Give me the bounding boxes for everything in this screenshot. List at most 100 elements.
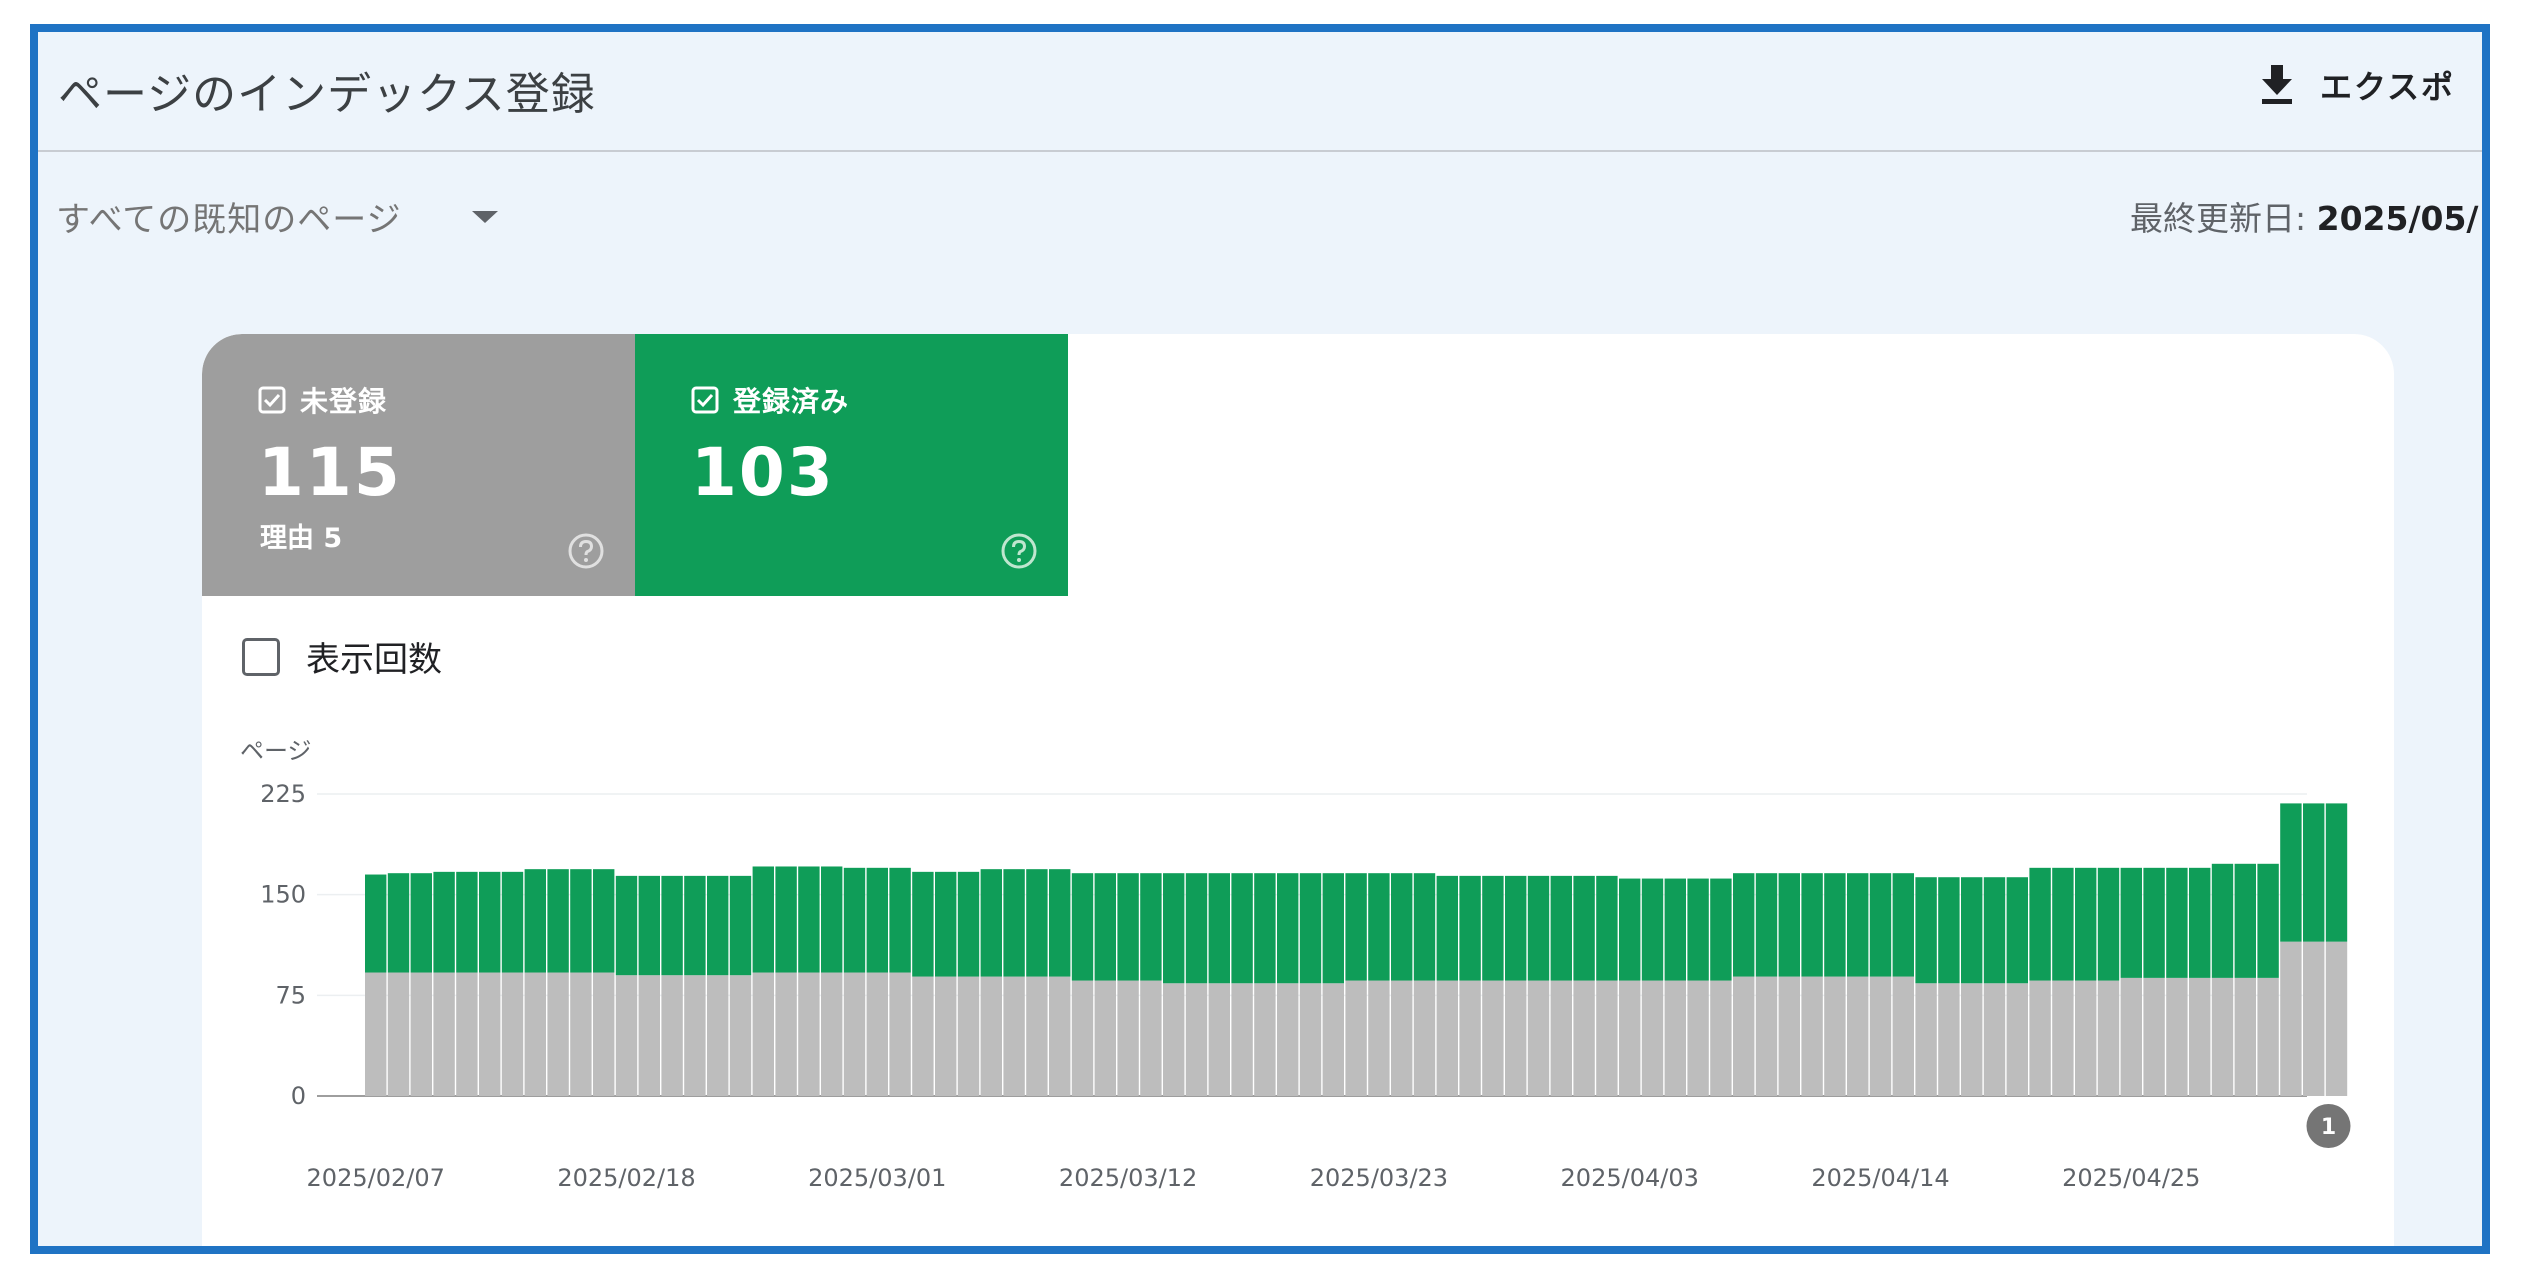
app-frame: ページのインデックス登録 エクスポ すべての既知のページ 最終更新日: 2025…: [30, 24, 2490, 1254]
bar-not-indexed: [1413, 980, 1436, 1096]
bar-not-indexed: [501, 972, 524, 1096]
bar-indexed: [1482, 875, 1504, 981]
bar-not-indexed: [1664, 980, 1686, 1096]
bar-not-indexed: [1299, 983, 1322, 1096]
bar-not-indexed: [524, 972, 546, 1096]
bar-indexed: [1664, 878, 1686, 981]
bar-not-indexed: [1482, 980, 1504, 1096]
bar-indexed: [1847, 873, 1869, 977]
help-icon[interactable]: [1000, 532, 1038, 570]
bar-not-indexed: [547, 972, 569, 1096]
bar-indexed: [707, 875, 729, 976]
bar-not-indexed: [387, 972, 410, 1096]
not-indexed-reason: 理由 5: [260, 523, 343, 554]
bar-not-indexed: [1254, 983, 1276, 1096]
bar-indexed: [1527, 875, 1550, 981]
bar-not-indexed: [2189, 977, 2211, 1096]
bar-indexed: [1026, 869, 1048, 977]
help-icon[interactable]: [567, 532, 605, 570]
indexed-count: 103: [691, 434, 835, 511]
export-button[interactable]: エクスポ: [2260, 62, 2455, 108]
bar-not-indexed: [1778, 976, 1800, 1096]
export-label: エクスポ: [2320, 68, 2456, 106]
checkbox-checked-icon: [691, 386, 719, 414]
bar-not-indexed: [1505, 980, 1527, 1096]
bar-indexed: [1208, 873, 1230, 984]
bar-not-indexed: [1641, 980, 1664, 1096]
bar-indexed: [1094, 873, 1116, 981]
bar-not-indexed: [1983, 983, 2006, 1096]
bar-not-indexed: [593, 972, 615, 1096]
impressions-checkbox[interactable]: 表示回数: [242, 632, 442, 681]
bar-not-indexed: [1345, 980, 1367, 1096]
not-indexed-label: 未登録: [300, 385, 388, 418]
bar-indexed: [2097, 867, 2120, 981]
bar-indexed: [593, 869, 615, 973]
bar-indexed: [638, 875, 660, 976]
bar-indexed: [1299, 873, 1322, 984]
bar-not-indexed: [2097, 980, 2120, 1096]
bar-not-indexed: [1049, 976, 1071, 1096]
last-updated-label: 最終更新日:: [2130, 199, 2317, 238]
x-tick-label: 2025/03/01: [808, 1164, 946, 1192]
bar-not-indexed: [2325, 941, 2348, 1096]
bar-not-indexed: [798, 972, 820, 1096]
bar-indexed: [547, 869, 569, 973]
bar-not-indexed: [2052, 980, 2074, 1096]
bar-not-indexed: [775, 972, 797, 1096]
bar-not-indexed: [1596, 980, 1618, 1096]
bar-indexed: [433, 871, 455, 973]
bar-indexed: [1869, 873, 1892, 977]
bar-not-indexed: [1550, 980, 1572, 1096]
page-title: ページのインデックス登録: [58, 69, 596, 120]
bar-indexed: [2280, 803, 2302, 942]
checkbox-checked-icon: [258, 386, 286, 414]
bar-indexed: [1071, 873, 1094, 981]
bar-not-indexed: [707, 975, 729, 1096]
bar-indexed: [957, 871, 980, 977]
bar-indexed: [1596, 875, 1618, 981]
bar-not-indexed: [1710, 980, 1732, 1096]
chevron-down-icon: [471, 210, 498, 223]
bar-indexed: [456, 871, 478, 973]
bar-not-indexed: [2257, 977, 2279, 1096]
not-indexed-tile[interactable]: 未登録 115 理由 5: [202, 334, 635, 596]
bar-indexed: [684, 875, 706, 976]
bar-indexed: [1436, 875, 1458, 981]
index-chart: ページ 0 75 150 225 2025/02/07 2025/02/18 2025/03/…: [240, 737, 2351, 1192]
bar-not-indexed: [1368, 980, 1390, 1096]
not-indexed-toggle[interactable]: 未登録: [258, 380, 387, 420]
indexed-toggle[interactable]: 登録済み: [691, 380, 849, 420]
bar-not-indexed: [410, 972, 432, 1096]
page-filter-dropdown[interactable]: すべての既知のページ: [56, 192, 498, 241]
bar-not-indexed: [821, 972, 843, 1096]
bar-not-indexed: [1117, 980, 1139, 1096]
impressions-label: 表示回数: [306, 640, 442, 680]
bar-not-indexed: [843, 972, 866, 1096]
bar-not-indexed: [2075, 980, 2097, 1096]
bar-indexed: [912, 871, 934, 977]
bar-not-indexed: [1573, 980, 1595, 1096]
bar-not-indexed: [1869, 976, 1892, 1096]
bar-indexed: [1117, 873, 1139, 981]
bar-indexed: [2006, 877, 2028, 984]
bar-not-indexed: [1026, 976, 1048, 1096]
bar-indexed: [2120, 867, 2142, 978]
x-tick-label: 2025/04/25: [2062, 1164, 2200, 1192]
bar-indexed: [1733, 873, 1755, 977]
bar-indexed: [1140, 873, 1162, 981]
bar-indexed: [1573, 875, 1595, 981]
bar-indexed: [615, 875, 638, 976]
indexed-tile[interactable]: 登録済み 103: [635, 334, 1068, 596]
bar-not-indexed: [1801, 976, 1823, 1096]
bar-not-indexed: [1755, 976, 1778, 1096]
bar-indexed: [524, 869, 546, 973]
bar-indexed: [798, 866, 820, 973]
bar-indexed: [1185, 873, 1208, 984]
bar-not-indexed: [1824, 976, 1846, 1096]
bar-indexed: [1391, 873, 1413, 981]
y-tick-label: 75: [275, 981, 306, 1009]
indexed-label: 登録済み: [733, 385, 850, 418]
bar-not-indexed: [661, 975, 683, 1096]
bar-indexed: [821, 866, 843, 973]
